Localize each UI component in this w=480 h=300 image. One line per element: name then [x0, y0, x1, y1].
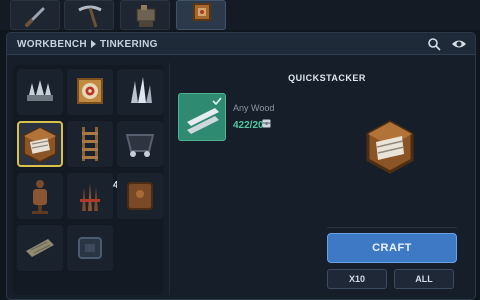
wooden-sign-icon: [127, 182, 153, 210]
recipe-slot-wooden-sign[interactable]: [117, 173, 163, 219]
breadcrumb-workbench[interactable]: WORKBENCH: [17, 39, 87, 50]
tinkering-crate-icon: [193, 3, 211, 21]
recipe-slot-crystal-shards[interactable]: [117, 69, 163, 115]
knife-tool-icon: [25, 7, 45, 27]
breadcrumb-tinkering: TINKERING: [100, 39, 158, 50]
craft-button[interactable]: CRAFT: [327, 233, 457, 263]
search-icon[interactable]: [427, 37, 441, 51]
stake-bundle-icon: [80, 183, 100, 211]
recipe-slot-mannequin[interactable]: [17, 173, 63, 219]
recipe-slot-blueprint[interactable]: [17, 225, 63, 271]
recipe-slot-ladder[interactable]: [67, 121, 113, 167]
ingredient-card[interactable]: [178, 93, 226, 141]
crystal-shards-icon: [131, 77, 152, 103]
recipe-slot-machine-part[interactable]: [67, 225, 113, 271]
eye-icon[interactable]: [451, 37, 467, 51]
anvil-icon: [136, 5, 156, 27]
recipe-slot-spike-trap[interactable]: [17, 69, 63, 115]
craft-all-button[interactable]: ALL: [394, 269, 454, 289]
crafting-panel: WORKBENCH TINKERING 4 QUICKSTACKER Any W…: [6, 32, 476, 300]
workbench-window: WORKBENCH TINKERING 4 QUICKSTACKER Any W…: [0, 0, 480, 300]
recipe-slot-target-block[interactable]: [67, 69, 113, 115]
quickstacker-preview-icon: [366, 120, 414, 174]
spike-trap-icon: [27, 80, 53, 101]
ingredient-name: Any Wood: [233, 103, 275, 113]
target-block-icon: [77, 78, 103, 104]
recipe-grid: 4: [13, 65, 163, 295]
recipe-title: QUICKSTACKER: [288, 73, 366, 83]
panel-divider: [169, 63, 170, 295]
blueprint-scroll-icon: [26, 239, 54, 257]
recipe-slot-quickstacker[interactable]: [17, 121, 63, 167]
pickaxe-icon: [78, 5, 102, 28]
craft-x10-button[interactable]: X10: [327, 269, 387, 289]
ladder-icon: [82, 127, 98, 161]
breadcrumb-separator-icon: [91, 40, 96, 48]
actions-divider: [327, 227, 457, 228]
quickstacker-crate-icon: [23, 126, 57, 164]
machine-part-icon: [78, 237, 102, 259]
tab-tinkering[interactable]: [176, 0, 226, 30]
recipe-slot-minecart[interactable]: [117, 121, 163, 167]
minecart-icon: [125, 134, 155, 157]
panel-header: WORKBENCH TINKERING: [7, 33, 475, 55]
mannequin-icon: [32, 180, 48, 214]
wood-planks-icon: [187, 97, 222, 134]
tab-tools[interactable]: [10, 0, 60, 30]
tab-pickaxes[interactable]: [64, 0, 114, 30]
recipe-slot-stake-bundle[interactable]: [67, 173, 113, 219]
category-tabs: [0, 0, 480, 30]
ingredient-quantity: 422/20: [233, 120, 264, 131]
tab-smithing[interactable]: [120, 0, 170, 30]
chest-icon: [262, 119, 271, 128]
